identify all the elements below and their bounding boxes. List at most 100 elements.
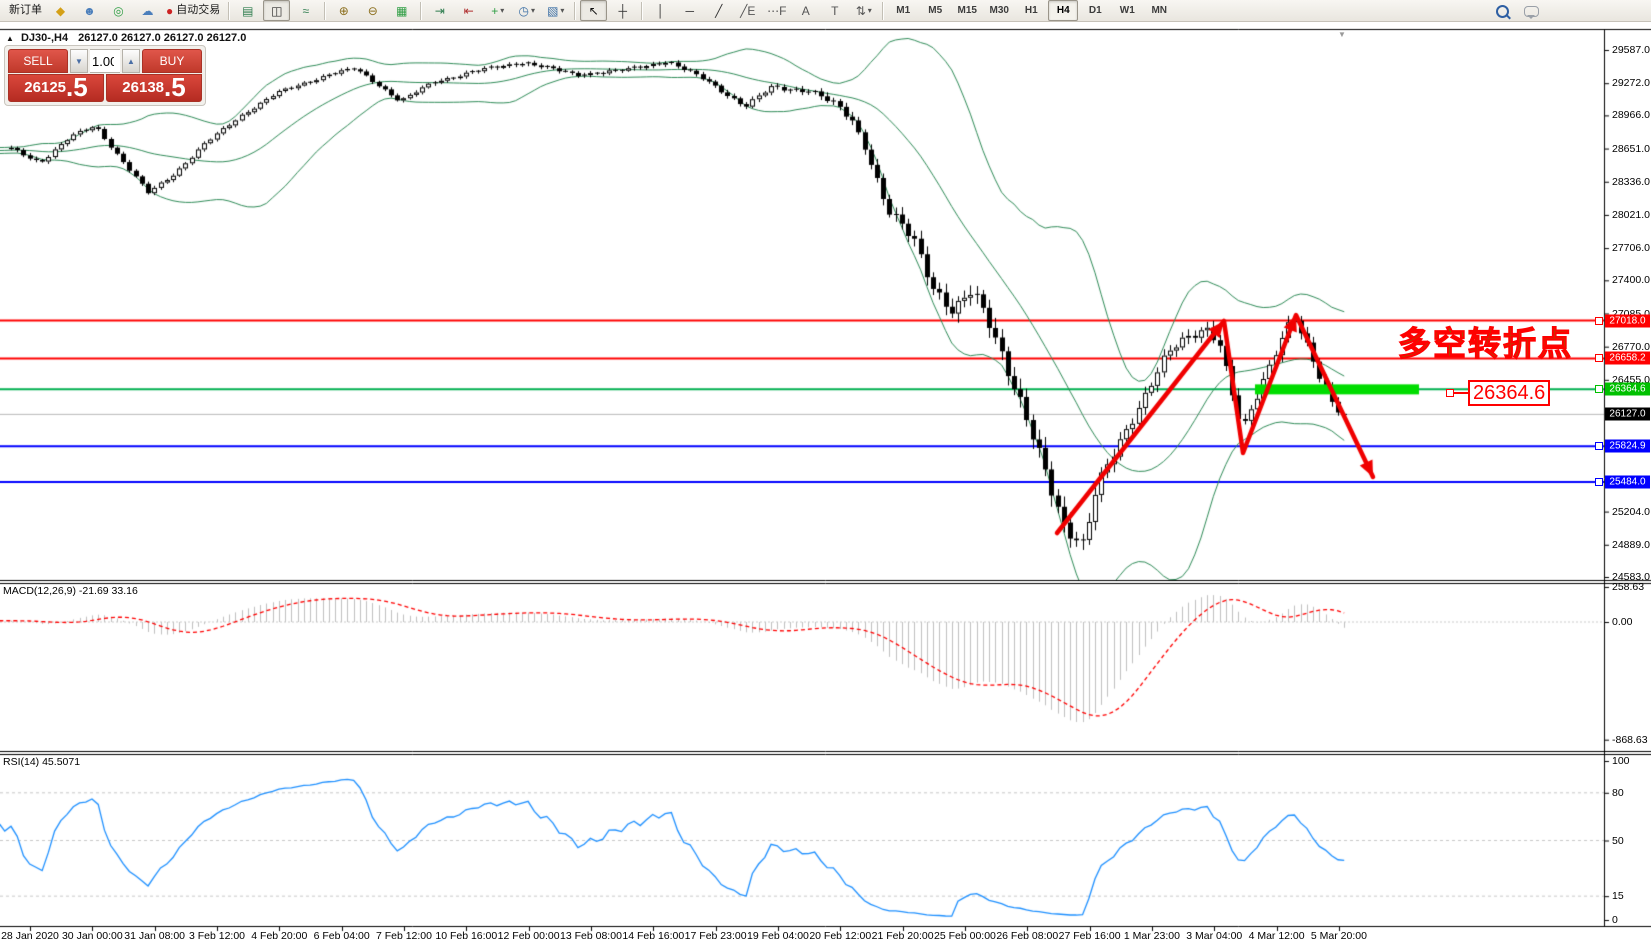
timeframe-m30[interactable]: M30	[984, 0, 1014, 21]
toolbar-separator	[641, 2, 642, 20]
lot-size-input[interactable]	[90, 49, 120, 73]
sell-price-frac: .5	[66, 74, 88, 100]
signals-icon: ◎	[113, 5, 123, 17]
macd-axis-label: -868.63	[1612, 734, 1648, 746]
arrows-icon[interactable]: ⇅▾	[850, 0, 877, 21]
rsi-axis-label: 80	[1612, 787, 1624, 799]
price-tick-label: 29272.0	[1612, 77, 1650, 89]
toolbar-separator	[228, 2, 229, 20]
candlestick-icon[interactable]: ◫	[263, 0, 290, 21]
horizontal-line-icon[interactable]: ─	[676, 0, 703, 21]
timeframe-m15[interactable]: M15	[952, 0, 982, 21]
time-tick-label: 17 Feb 23:00	[685, 930, 747, 942]
rsi-axis-label: 15	[1612, 890, 1624, 902]
fibonacci-icon[interactable]: ⋯F	[763, 0, 790, 21]
zoom-out-icon[interactable]: ⊖	[359, 0, 386, 21]
trendline-icon[interactable]: ╱	[705, 0, 732, 21]
community-icon[interactable]: ☻	[76, 0, 103, 21]
price-tick-label: 28021.0	[1612, 209, 1650, 221]
chevron-down-icon[interactable]: ▾	[868, 7, 872, 15]
autoscroll-icon: ⇥	[435, 5, 445, 17]
timeframe-h4[interactable]: H4	[1048, 0, 1078, 21]
sell-price[interactable]: 26125.5	[8, 74, 104, 102]
toolbar-group-zoom: ⊕ ⊖ ▦	[329, 0, 416, 22]
text-icon[interactable]: A	[792, 0, 819, 21]
toolbar-group-scroll: ⇥⇤	[425, 0, 483, 22]
crosshair-icon[interactable]: ┼	[609, 0, 636, 21]
timeframe-w1[interactable]: W1	[1112, 0, 1142, 21]
text-label-icon[interactable]: T	[821, 0, 848, 21]
toolbar: 新订单◆☻◎☁●自动交易▤◫≈⊕⊖▦⇥⇤+▾◷▾▧▾↖┼│─╱╱E⋯FAT⇅▾M…	[0, 0, 1651, 22]
chevron-down-icon[interactable]: ▾	[560, 7, 564, 15]
tile-windows-icon[interactable]: ▦	[388, 0, 415, 21]
price-line-anchor	[1595, 478, 1603, 486]
periods-icon[interactable]: ◷▾	[513, 0, 540, 21]
candlestick-icon: ◫	[271, 5, 282, 17]
zoom-out-icon: ⊖	[368, 5, 378, 17]
time-tick-label: 19 Feb 04:00	[747, 930, 809, 942]
line-chart-icon[interactable]: ≈	[292, 0, 319, 21]
timeframe-m5[interactable]: M5	[920, 0, 950, 21]
time-tick-label: 4 Feb 20:00	[251, 930, 307, 942]
tile-windows-icon: ▦	[396, 5, 407, 17]
sell-button[interactable]: SELL	[8, 49, 68, 73]
price-tick-label: 25204.0	[1612, 506, 1650, 518]
metaeditor-icon[interactable]: ◆	[47, 0, 74, 21]
time-tick-label: 3 Feb 12:00	[189, 930, 245, 942]
indicators-icon[interactable]: +▾	[484, 0, 511, 21]
new-order-button[interactable]: 新订单	[3, 0, 45, 21]
time-tick-label: 25 Feb 00:00	[934, 930, 996, 942]
price-line-anchor	[1595, 385, 1603, 393]
one-click-trading-panel: SELL ▼ ▲ BUY 26125.5 26138.5	[4, 45, 206, 106]
rsi-label: RSI(14) 45.5071	[3, 756, 80, 768]
buy-price-main: 26138	[122, 76, 164, 100]
price-badge-26364.6: 26364.6	[1605, 383, 1650, 396]
autoscroll-icon[interactable]: ⇥	[426, 0, 453, 21]
bar-chart-icon[interactable]: ▤	[234, 0, 261, 21]
chart-shift-icon[interactable]: ⇤	[455, 0, 482, 21]
autotrading-button: ●	[166, 5, 173, 17]
buy-price[interactable]: 26138.5	[106, 74, 202, 102]
toolbar-separator	[574, 2, 575, 20]
timeframe-mn[interactable]: MN	[1144, 0, 1174, 21]
lot-decrease-button[interactable]: ▼	[70, 49, 88, 73]
price-tick-label: 27400.0	[1612, 274, 1650, 286]
time-tick-label: 1 Mar 23:00	[1124, 930, 1180, 942]
autotrading-button[interactable]: ●自动交易	[163, 0, 223, 21]
templates-icon: ▧	[547, 5, 558, 17]
rsi-axis-label: 100	[1612, 755, 1630, 767]
lot-increase-button[interactable]: ▲	[122, 49, 140, 73]
turning-point-annotation[interactable]: 多空转折点	[1398, 317, 1573, 365]
buy-price-frac: .5	[164, 74, 186, 100]
time-tick-label: 3 Mar 04:00	[1186, 930, 1242, 942]
zoom-in-icon[interactable]: ⊕	[330, 0, 357, 21]
time-tick-label: 7 Feb 12:00	[376, 930, 432, 942]
templates-icon[interactable]: ▧▾	[542, 0, 569, 21]
timeframe-d1[interactable]: D1	[1080, 0, 1110, 21]
market-icon: ☁	[142, 5, 154, 17]
chevron-down-icon[interactable]: ▾	[531, 7, 535, 15]
signals-icon[interactable]: ◎	[105, 0, 132, 21]
price-tick-label: 26770.0	[1612, 341, 1650, 353]
text-icon: A	[802, 5, 810, 17]
price-line-anchor	[1595, 442, 1603, 450]
price-badge-26127.0: 26127.0	[1605, 408, 1650, 421]
timeframe-m1[interactable]: M1	[888, 0, 918, 21]
time-tick-label: 30 Jan 00:00	[62, 930, 123, 942]
buy-button[interactable]: BUY	[142, 49, 202, 73]
equidistant-channel-icon[interactable]: ╱E	[734, 0, 761, 21]
chart-canvas[interactable]	[0, 0, 1651, 943]
time-tick-label: 20 Feb 12:00	[809, 930, 871, 942]
line-chart-icon: ≈	[302, 5, 309, 17]
search-icon[interactable]	[1489, 1, 1516, 22]
timeframe-h1[interactable]: H1	[1016, 0, 1046, 21]
cursor-icon[interactable]: ↖	[580, 0, 607, 21]
chevron-down-icon[interactable]: ▾	[500, 7, 504, 15]
collapse-icon[interactable]: ▲	[6, 34, 14, 43]
price-flag-label[interactable]: 26364.6	[1468, 380, 1550, 406]
vertical-line-icon[interactable]: │	[647, 0, 674, 21]
new-order-button-label: 新订单	[9, 5, 42, 16]
chat-icon[interactable]	[1518, 1, 1545, 22]
price-line-anchor	[1595, 317, 1603, 325]
market-icon[interactable]: ☁	[134, 0, 161, 21]
